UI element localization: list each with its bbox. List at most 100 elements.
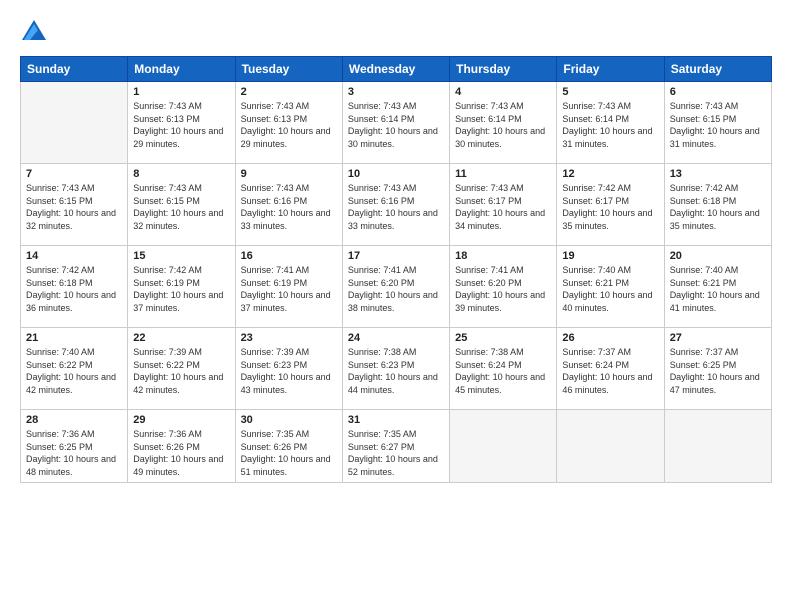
calendar-cell: 22 Sunrise: 7:39 AMSunset: 6:22 PMDayligh… xyxy=(128,328,235,410)
day-number: 8 xyxy=(133,168,229,180)
day-info: Sunrise: 7:43 AMSunset: 6:14 PMDaylight:… xyxy=(562,100,658,150)
calendar-cell: 19 Sunrise: 7:40 AMSunset: 6:21 PMDayligh… xyxy=(557,246,664,328)
calendar-cell: 26 Sunrise: 7:37 AMSunset: 6:24 PMDayligh… xyxy=(557,328,664,410)
day-number: 27 xyxy=(670,332,766,344)
weekday-header-sunday: Sunday xyxy=(21,57,128,82)
calendar-cell: 2 Sunrise: 7:43 AMSunset: 6:13 PMDaylight… xyxy=(235,82,342,164)
calendar-cell: 4 Sunrise: 7:43 AMSunset: 6:14 PMDaylight… xyxy=(450,82,557,164)
day-number: 29 xyxy=(133,414,229,426)
day-number: 14 xyxy=(26,250,122,262)
logo xyxy=(20,18,52,46)
page: SundayMondayTuesdayWednesdayThursdayFrid… xyxy=(0,0,792,612)
calendar-cell xyxy=(557,410,664,483)
calendar-cell: 29 Sunrise: 7:36 AMSunset: 6:26 PMDayligh… xyxy=(128,410,235,483)
day-info: Sunrise: 7:43 AMSunset: 6:17 PMDaylight:… xyxy=(455,182,551,232)
day-info: Sunrise: 7:43 AMSunset: 6:14 PMDaylight:… xyxy=(348,100,444,150)
day-info: Sunrise: 7:35 AMSunset: 6:26 PMDaylight:… xyxy=(241,428,337,478)
calendar-week-1: 1 Sunrise: 7:43 AMSunset: 6:13 PMDaylight… xyxy=(21,82,772,164)
day-info: Sunrise: 7:40 AMSunset: 6:21 PMDaylight:… xyxy=(670,264,766,314)
day-info: Sunrise: 7:42 AMSunset: 6:18 PMDaylight:… xyxy=(670,182,766,232)
header xyxy=(20,18,772,46)
calendar-cell: 10 Sunrise: 7:43 AMSunset: 6:16 PMDayligh… xyxy=(342,164,449,246)
day-number: 17 xyxy=(348,250,444,262)
day-number: 9 xyxy=(241,168,337,180)
calendar-cell: 14 Sunrise: 7:42 AMSunset: 6:18 PMDayligh… xyxy=(21,246,128,328)
day-info: Sunrise: 7:40 AMSunset: 6:21 PMDaylight:… xyxy=(562,264,658,314)
day-number: 23 xyxy=(241,332,337,344)
day-number: 3 xyxy=(348,86,444,98)
day-number: 7 xyxy=(26,168,122,180)
day-info: Sunrise: 7:43 AMSunset: 6:15 PMDaylight:… xyxy=(133,182,229,232)
weekday-header-saturday: Saturday xyxy=(664,57,771,82)
day-number: 28 xyxy=(26,414,122,426)
day-number: 1 xyxy=(133,86,229,98)
weekday-header-wednesday: Wednesday xyxy=(342,57,449,82)
day-info: Sunrise: 7:42 AMSunset: 6:18 PMDaylight:… xyxy=(26,264,122,314)
day-info: Sunrise: 7:43 AMSunset: 6:13 PMDaylight:… xyxy=(133,100,229,150)
day-info: Sunrise: 7:43 AMSunset: 6:13 PMDaylight:… xyxy=(241,100,337,150)
day-info: Sunrise: 7:37 AMSunset: 6:24 PMDaylight:… xyxy=(562,346,658,396)
day-info: Sunrise: 7:36 AMSunset: 6:25 PMDaylight:… xyxy=(26,428,122,478)
calendar-cell: 17Sunrise: 7:41 AMSunset: 6:20 PMDayligh… xyxy=(342,246,449,328)
calendar-cell: 6Sunrise: 7:43 AMSunset: 6:15 PMDaylight… xyxy=(664,82,771,164)
day-number: 11 xyxy=(455,168,551,180)
day-number: 24 xyxy=(348,332,444,344)
calendar-header-row: SundayMondayTuesdayWednesdayThursdayFrid… xyxy=(21,57,772,82)
day-info: Sunrise: 7:43 AMSunset: 6:14 PMDaylight:… xyxy=(455,100,551,150)
calendar-cell: 25 Sunrise: 7:38 AMSunset: 6:24 PMDayligh… xyxy=(450,328,557,410)
day-info: Sunrise: 7:39 AMSunset: 6:22 PMDaylight:… xyxy=(133,346,229,396)
day-number: 22 xyxy=(133,332,229,344)
day-number: 20 xyxy=(670,250,766,262)
calendar-cell: 8 Sunrise: 7:43 AMSunset: 6:15 PMDaylight… xyxy=(128,164,235,246)
calendar-cell xyxy=(21,82,128,164)
calendar-cell: 1 Sunrise: 7:43 AMSunset: 6:13 PMDaylight… xyxy=(128,82,235,164)
day-info: Sunrise: 7:43 AMSunset: 6:15 PMDaylight:… xyxy=(26,182,122,232)
day-info: Sunrise: 7:41 AMSunset: 6:20 PMDaylight:… xyxy=(455,264,551,314)
day-number: 2 xyxy=(241,86,337,98)
day-number: 26 xyxy=(562,332,658,344)
calendar-cell: 7 Sunrise: 7:43 AMSunset: 6:15 PMDaylight… xyxy=(21,164,128,246)
calendar-cell: 28 Sunrise: 7:36 AMSunset: 6:25 PMDayligh… xyxy=(21,410,128,483)
day-info: Sunrise: 7:41 AMSunset: 6:19 PMDaylight:… xyxy=(241,264,337,314)
calendar-cell: 23 Sunrise: 7:39 AMSunset: 6:23 PMDayligh… xyxy=(235,328,342,410)
day-number: 5 xyxy=(562,86,658,98)
calendar-cell xyxy=(664,410,771,483)
day-info: Sunrise: 7:42 AMSunset: 6:19 PMDaylight:… xyxy=(133,264,229,314)
day-number: 4 xyxy=(455,86,551,98)
calendar-week-4: 21Sunrise: 7:40 AMSunset: 6:22 PMDayligh… xyxy=(21,328,772,410)
day-number: 31 xyxy=(348,414,444,426)
day-number: 18 xyxy=(455,250,551,262)
day-info: Sunrise: 7:37 AMSunset: 6:25 PMDaylight:… xyxy=(670,346,766,396)
calendar-table: SundayMondayTuesdayWednesdayThursdayFrid… xyxy=(20,56,772,483)
calendar-cell: 24 Sunrise: 7:38 AMSunset: 6:23 PMDayligh… xyxy=(342,328,449,410)
day-number: 19 xyxy=(562,250,658,262)
calendar-cell: 5 Sunrise: 7:43 AMSunset: 6:14 PMDaylight… xyxy=(557,82,664,164)
day-info: Sunrise: 7:39 AMSunset: 6:23 PMDaylight:… xyxy=(241,346,337,396)
day-number: 15 xyxy=(133,250,229,262)
calendar-cell: 16 Sunrise: 7:41 AMSunset: 6:19 PMDayligh… xyxy=(235,246,342,328)
calendar-cell: 18 Sunrise: 7:41 AMSunset: 6:20 PMDayligh… xyxy=(450,246,557,328)
calendar-cell: 12Sunrise: 7:42 AMSunset: 6:17 PMDayligh… xyxy=(557,164,664,246)
weekday-header-monday: Monday xyxy=(128,57,235,82)
calendar-week-2: 7 Sunrise: 7:43 AMSunset: 6:15 PMDaylight… xyxy=(21,164,772,246)
calendar-cell: 30Sunrise: 7:35 AMSunset: 6:26 PMDayligh… xyxy=(235,410,342,483)
day-number: 25 xyxy=(455,332,551,344)
day-number: 16 xyxy=(241,250,337,262)
weekday-header-thursday: Thursday xyxy=(450,57,557,82)
calendar-cell: 21Sunrise: 7:40 AMSunset: 6:22 PMDayligh… xyxy=(21,328,128,410)
weekday-header-friday: Friday xyxy=(557,57,664,82)
day-info: Sunrise: 7:38 AMSunset: 6:23 PMDaylight:… xyxy=(348,346,444,396)
day-number: 10 xyxy=(348,168,444,180)
day-number: 21 xyxy=(26,332,122,344)
calendar-cell: 31Sunrise: 7:35 AMSunset: 6:27 PMDayligh… xyxy=(342,410,449,483)
logo-icon xyxy=(20,18,48,46)
day-info: Sunrise: 7:43 AMSunset: 6:16 PMDaylight:… xyxy=(241,182,337,232)
calendar-cell: 27 Sunrise: 7:37 AMSunset: 6:25 PMDayligh… xyxy=(664,328,771,410)
calendar-cell: 15 Sunrise: 7:42 AMSunset: 6:19 PMDayligh… xyxy=(128,246,235,328)
day-info: Sunrise: 7:36 AMSunset: 6:26 PMDaylight:… xyxy=(133,428,229,478)
calendar-cell xyxy=(450,410,557,483)
calendar-week-3: 14 Sunrise: 7:42 AMSunset: 6:18 PMDayligh… xyxy=(21,246,772,328)
day-info: Sunrise: 7:38 AMSunset: 6:24 PMDaylight:… xyxy=(455,346,551,396)
day-info: Sunrise: 7:43 AMSunset: 6:16 PMDaylight:… xyxy=(348,182,444,232)
calendar-cell: 11 Sunrise: 7:43 AMSunset: 6:17 PMDayligh… xyxy=(450,164,557,246)
